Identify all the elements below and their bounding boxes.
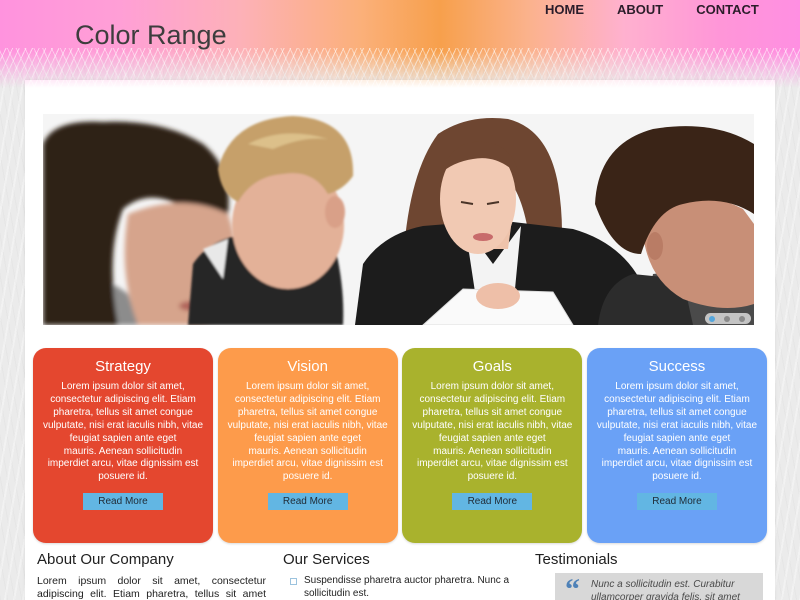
slider-dots bbox=[705, 313, 751, 324]
services-item-text: Suspendisse pharetra auctor pharetra. Nu… bbox=[304, 575, 510, 599]
feature-title: Vision bbox=[287, 358, 328, 375]
read-more-button[interactable]: Read More bbox=[83, 493, 163, 510]
slider-dot[interactable] bbox=[709, 315, 715, 322]
feature-text: Lorem ipsum dolor sit amet, consectetur … bbox=[42, 381, 204, 483]
image-slider bbox=[43, 114, 754, 325]
nav-home[interactable]: HOME bbox=[545, 2, 584, 18]
read-more-button[interactable]: Read More bbox=[452, 493, 533, 510]
feature-vision: Vision Lorem ipsum dolor sit amet, conse… bbox=[217, 348, 398, 543]
services-list-item: Suspendisse pharetra auctor pharetra. Nu… bbox=[290, 575, 512, 600]
feature-text: Lorem ipsum dolor sit amet, consectetur … bbox=[596, 381, 758, 483]
main-nav: HOME ABOUT CONTACT bbox=[545, 2, 759, 18]
slider-photo bbox=[43, 114, 754, 325]
about-text: Lorem ipsum dolor sit amet, consectetur … bbox=[37, 575, 266, 600]
feature-text: Lorem ipsum dolor sit amet, consectetur … bbox=[412, 381, 573, 483]
services-heading: Our Services bbox=[283, 551, 370, 568]
feature-strategy: Strategy Lorem ipsum dolor sit amet, con… bbox=[33, 348, 213, 543]
feature-goals: Goals Lorem ipsum dolor sit amet, consec… bbox=[402, 348, 583, 543]
about-heading: About Our Company bbox=[37, 551, 174, 568]
square-bullet-icon bbox=[290, 578, 297, 585]
slider-dot[interactable] bbox=[724, 315, 730, 322]
site-title[interactable]: Color Range bbox=[75, 19, 227, 51]
testimonial-quote: Nunc a sollicitudin est. Curabitur ullam… bbox=[591, 579, 740, 600]
quote-icon bbox=[565, 575, 581, 597]
photo-person-right bbox=[595, 126, 754, 325]
read-more-button[interactable]: Read More bbox=[267, 493, 348, 510]
site-header: Color Range HOME ABOUT CONTACT bbox=[0, 0, 800, 60]
feature-title: Success bbox=[648, 358, 706, 375]
nav-contact[interactable]: CONTACT bbox=[696, 2, 759, 18]
feature-text: Lorem ipsum dolor sit amet, consectetur … bbox=[227, 381, 388, 483]
feature-boxes: Strategy Lorem ipsum dolor sit amet, con… bbox=[33, 348, 767, 543]
testimonial-box: Nunc a sollicitudin est. Curabitur ullam… bbox=[555, 573, 763, 600]
feature-success: Success Lorem ipsum dolor sit amet, cons… bbox=[586, 348, 767, 543]
services-list: Suspendisse pharetra auctor pharetra. Nu… bbox=[290, 575, 512, 600]
nav-about[interactable]: ABOUT bbox=[617, 2, 663, 18]
feature-title: Goals bbox=[472, 358, 512, 375]
read-more-button[interactable]: Read More bbox=[636, 493, 717, 510]
testimonials-heading: Testimonials bbox=[535, 551, 618, 568]
feature-title: Strategy bbox=[95, 358, 151, 375]
slider-dot[interactable] bbox=[739, 315, 745, 322]
